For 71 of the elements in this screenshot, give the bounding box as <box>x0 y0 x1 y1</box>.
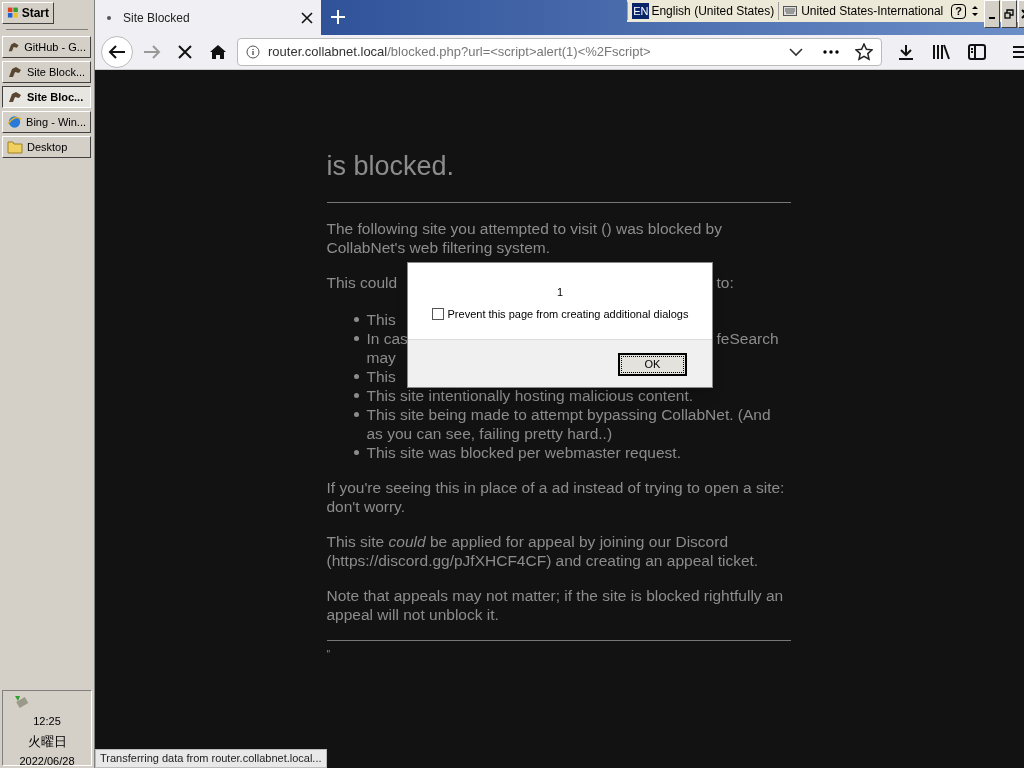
list-text: may <box>366 348 396 367</box>
footer-text: " <box>326 649 331 660</box>
body-paragraph: If you're seeing this in place of a ad instead of trying to open a site: don't worry. <box>326 478 786 516</box>
bullet-icon <box>353 450 359 455</box>
url-text: router.collabnet.local/blocked.php?url=<script>alert(1)<%2Fscript> <box>268 43 652 62</box>
checkbox-label: Prevent this page from creating additional dialogs <box>447 306 689 322</box>
keyboard-icon <box>783 6 798 16</box>
help-button[interactable]: ? <box>951 3 966 19</box>
back-button[interactable] <box>101 36 133 68</box>
start-button[interactable]: Start <box>2 2 54 24</box>
windows-logo-icon <box>7 6 20 20</box>
menu-icon[interactable] <box>1012 45 1024 59</box>
body-paragraph: Note that appeals may not matter; if the site is blocked rightfully an appeal will not unblock it. <box>326 586 785 624</box>
list-text: feSearch <box>716 329 779 348</box>
chevron-down-icon[interactable] <box>789 47 803 57</box>
minimize-button[interactable] <box>984 0 1000 28</box>
sidebar-icon[interactable] <box>968 44 986 60</box>
bullet-icon <box>353 374 359 379</box>
folder-icon <box>7 140 23 154</box>
star-icon[interactable] <box>855 43 873 61</box>
taskbar-button[interactable]: Site Block... <box>2 61 91 83</box>
taskbar-button[interactable]: Bing - Win... <box>2 111 91 133</box>
taskbar-button[interactable]: Site Bloc... <box>2 86 91 108</box>
body-paragraph: This site could be applied for appeal by joining our Discord (https://discord.gg/pJfXHCF4CF) and creating an appeal ticket. <box>326 532 760 570</box>
home-icon[interactable] <box>209 44 227 60</box>
restore-icon <box>1004 9 1014 19</box>
reasons-lead-text: This could <box>326 273 398 292</box>
info-icon <box>246 45 260 59</box>
close-icon[interactable] <box>301 11 313 24</box>
language-label[interactable]: English (United States) <box>651 2 775 20</box>
bullet-icon <box>353 336 359 341</box>
more-icon[interactable] <box>823 50 839 54</box>
language-code[interactable]: EN <box>632 2 650 20</box>
taskbar-button[interactable]: Desktop <box>2 136 91 158</box>
list-text: In cas <box>366 329 408 348</box>
options-icon[interactable] <box>970 3 980 19</box>
app-icon <box>7 65 23 79</box>
status-bar: Transferring data from router.collabnet.local... <box>95 749 327 768</box>
list-text: This <box>366 367 396 386</box>
list-text: This site was blocked per webmaster request. <box>366 443 681 462</box>
list-text: This site being made to attempt bypassing CollabNet. (And as you can see, failing pretty hard..) <box>366 405 772 443</box>
stop-icon[interactable] <box>177 44 193 60</box>
list-text: This <box>366 310 396 329</box>
globe-e-icon <box>7 114 23 130</box>
minimize-icon <box>989 17 995 19</box>
keyboard-label[interactable]: United States-International <box>801 2 944 20</box>
tab-title: Site Blocked <box>123 9 191 27</box>
checkbox[interactable] <box>431 307 444 320</box>
app-icon <box>7 90 23 104</box>
back-arrow-icon <box>108 44 126 60</box>
bullet-icon <box>353 412 359 417</box>
library-icon[interactable] <box>932 44 950 60</box>
dialog-message: 1 <box>556 285 564 300</box>
clock-weekday: 火曜日 <box>27 732 67 751</box>
address-field[interactable]: router.collabnet.local/blocked.php?url=<script>alert(1)<%2Fscript> <box>237 38 882 66</box>
browser-tab[interactable]: Site Blocked <box>95 0 321 35</box>
taskbar-button[interactable]: GitHub - G... <box>2 36 91 58</box>
list-text: This site intentionally hosting malicious content. <box>366 386 694 405</box>
ok-button[interactable]: OK <box>618 353 687 376</box>
reasons-lead-text: to: <box>716 273 734 292</box>
restore-button[interactable] <box>1001 0 1017 28</box>
clock-date: 2022/06/28 <box>19 754 75 768</box>
download-icon[interactable] <box>898 44 914 60</box>
bullet-icon <box>353 393 359 398</box>
app-icon <box>7 40 21 54</box>
new-tab-icon[interactable] <box>330 9 346 25</box>
network-icon <box>13 694 29 708</box>
bullet-icon <box>353 317 359 322</box>
clock-time: 12:25 <box>33 714 61 729</box>
intro-text: The following site you attempted to visit () was blocked by CollabNet's web filtering system. <box>326 219 723 257</box>
page-heading: is blocked. <box>326 150 456 182</box>
